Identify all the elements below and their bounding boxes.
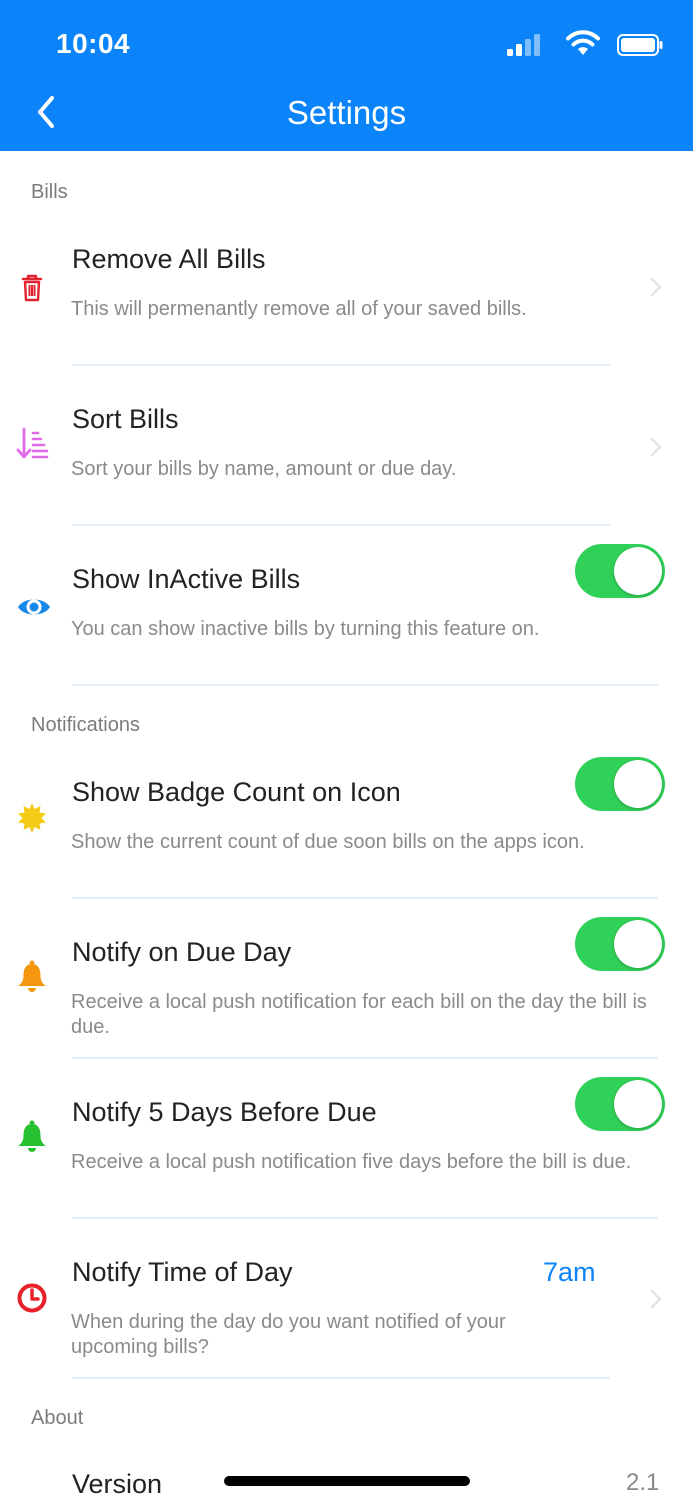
- signal-icon: [507, 34, 540, 56]
- section-header-bills: Bills: [31, 181, 68, 203]
- show-inactive-bills-row: Show InActive Bills You can show inactiv…: [0, 544, 693, 686]
- show-badge-count-row: Show Badge Count on Icon Show the curren…: [0, 757, 693, 899]
- notify-5-days-before-toggle[interactable]: [575, 1077, 665, 1131]
- chevron-right-icon: [650, 277, 662, 297]
- remove-all-bills-row[interactable]: Remove All Bills This will permenantly r…: [0, 230, 693, 366]
- row-description: Receive a local push notification for ea…: [71, 991, 647, 1038]
- notify-on-due-day-row: Notify on Due Day Receive a local push n…: [0, 917, 693, 1059]
- section-header-about: About: [31, 1407, 84, 1429]
- row-title: Show Badge Count on Icon: [72, 777, 401, 807]
- navigation-bar: 10:04 Settings: [0, 0, 693, 151]
- home-indicator: [224, 1476, 470, 1486]
- divider: [72, 684, 658, 686]
- bell-icon: [18, 960, 46, 992]
- section-header-notifications: Notifications: [31, 714, 140, 736]
- page-title: Settings: [286, 94, 407, 131]
- bell-icon: [18, 1120, 46, 1152]
- row-title: Sort Bills: [72, 404, 179, 434]
- version-label: Version: [72, 1469, 163, 1499]
- row-title: Remove All Bills: [72, 244, 266, 274]
- sort-bills-row[interactable]: Sort Bills Sort your bills by name, amou…: [0, 390, 693, 526]
- chevron-right-icon: [650, 437, 662, 457]
- notify-time-of-day-row[interactable]: Notify Time of Day 7am When during the d…: [0, 1243, 693, 1379]
- show-inactive-bills-toggle[interactable]: [575, 544, 665, 598]
- status-time: 10:04: [56, 28, 131, 59]
- divider: [72, 364, 610, 366]
- row-title: Notify on Due Day: [72, 937, 292, 967]
- sort-icon: [16, 427, 49, 459]
- row-description: Show the current count of due soon bills…: [71, 831, 585, 853]
- toggle-knob: [614, 920, 662, 968]
- divider: [72, 524, 610, 526]
- row-description: Receive a local push notification five d…: [71, 1151, 632, 1173]
- divider: [72, 897, 658, 899]
- clock-icon: [17, 1283, 47, 1313]
- battery-icon: [617, 34, 663, 56]
- row-description: You can show inactive bills by turning t…: [71, 618, 540, 640]
- show-badge-count-toggle[interactable]: [575, 757, 665, 811]
- notify-5-days-before-row: Notify 5 Days Before Due Receive a local…: [0, 1077, 693, 1219]
- divider: [72, 1377, 610, 1379]
- notify-on-due-day-toggle[interactable]: [575, 917, 665, 971]
- notify-time-value[interactable]: 7am: [543, 1257, 596, 1288]
- version-value: 2.1: [626, 1469, 660, 1496]
- row-description: Sort your bills by name, amount or due d…: [71, 458, 457, 480]
- toggle-knob: [614, 1080, 662, 1128]
- status-icons: [503, 30, 663, 60]
- row-description: When during the day do you want notified…: [71, 1311, 506, 1358]
- row-title: Notify Time of Day: [72, 1257, 293, 1287]
- row-title: Show InActive Bills: [72, 564, 301, 594]
- sun-icon: [18, 803, 46, 833]
- divider: [72, 1217, 658, 1219]
- divider: [72, 1057, 658, 1059]
- trash-icon: [21, 274, 43, 302]
- eye-icon: [18, 599, 50, 615]
- row-title: Notify 5 Days Before Due: [72, 1097, 377, 1127]
- chevron-right-icon: [650, 1289, 662, 1309]
- row-description: This will permenantly remove all of your…: [71, 298, 527, 320]
- toggle-knob: [614, 547, 662, 595]
- toggle-knob: [614, 760, 662, 808]
- wifi-icon: [566, 30, 600, 55]
